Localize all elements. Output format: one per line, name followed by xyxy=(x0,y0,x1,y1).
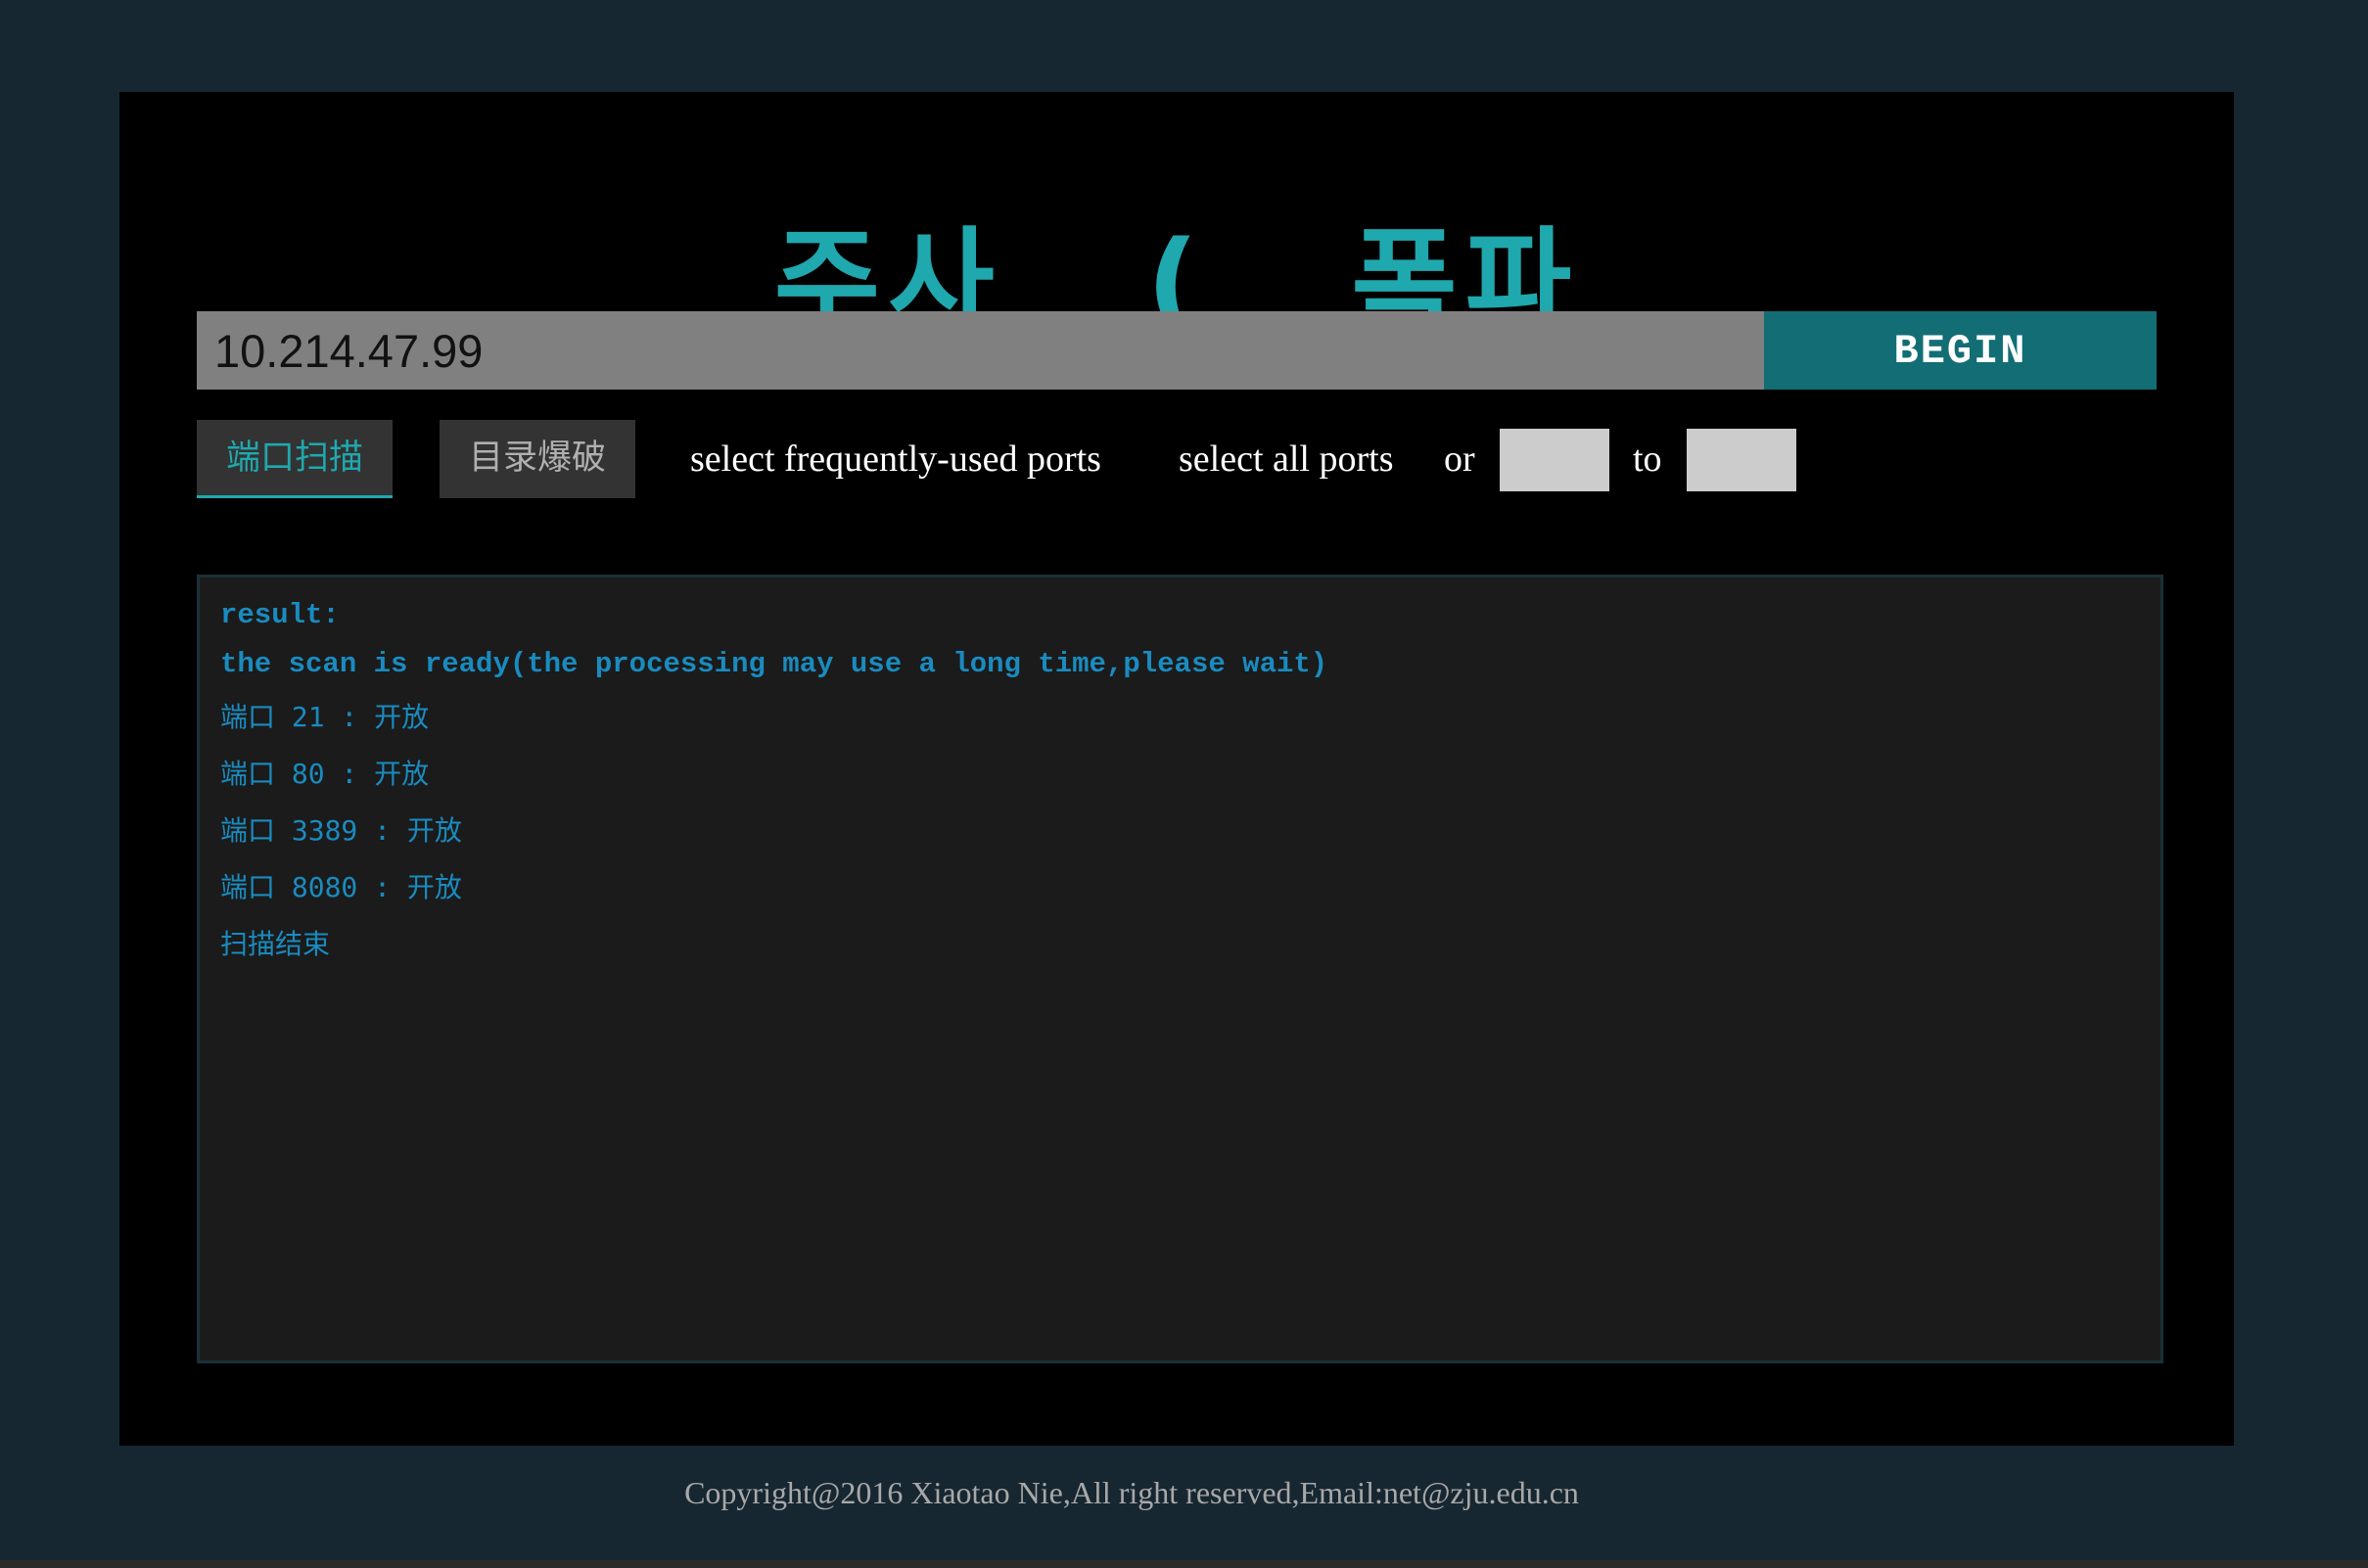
begin-button[interactable]: BEGIN xyxy=(1764,311,2157,390)
bottom-edge xyxy=(0,1560,2368,1568)
port-range-start-input[interactable] xyxy=(1500,429,1609,491)
result-line: 端口 80 : 开放 xyxy=(220,758,430,790)
result-line: 端口 3389 : 开放 xyxy=(220,814,462,847)
result-line: 端口 21 : 开放 xyxy=(220,701,430,733)
tab-directory-brute-force[interactable]: 目录爆破 xyxy=(440,420,635,498)
result-status: the scan is ready(the processing may use… xyxy=(220,648,1328,680)
scan-finished-line: 扫描结束 xyxy=(220,928,331,960)
main-panel: 주사 ( 폭파 BEGIN 端口扫描 目录爆破 select frequentl… xyxy=(119,92,2234,1446)
tab-port-scan[interactable]: 端口扫描 xyxy=(197,420,393,498)
target-address-input[interactable] xyxy=(197,311,1764,390)
result-header: result: xyxy=(220,599,340,631)
port-range-end-input[interactable] xyxy=(1687,429,1796,491)
to-label: to xyxy=(1633,438,1662,480)
or-label: or xyxy=(1444,438,1475,480)
result-output: result: the scan is ready(the processing… xyxy=(197,575,2163,1363)
footer-copyright: Copyright@2016 Xiaotao Nie,All right res… xyxy=(684,1475,1579,1510)
select-all-ports-option[interactable]: select all ports xyxy=(1179,420,1393,498)
select-frequent-ports-option[interactable]: select frequently-used ports xyxy=(690,420,1101,498)
result-line: 端口 8080 : 开放 xyxy=(220,871,462,903)
